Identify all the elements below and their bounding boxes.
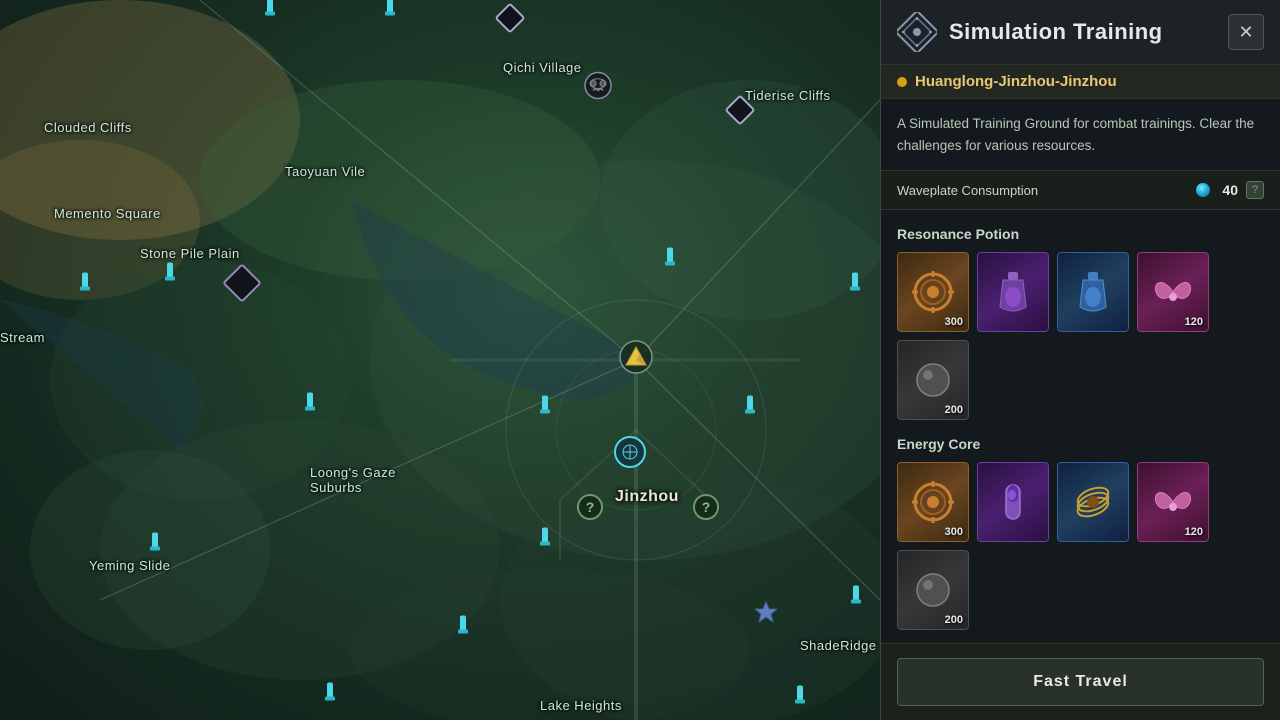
panel-title: Simulation Training (949, 19, 1216, 45)
item-slot[interactable] (977, 252, 1049, 332)
location-dot (897, 77, 907, 87)
pillar-marker-14 (794, 686, 806, 711)
q-marker-1[interactable]: ? (577, 494, 603, 520)
energy-core-title: Energy Core (897, 436, 1264, 452)
location-name: Huanglong-Jinzhou-Jinzhou (915, 73, 1117, 90)
pillar-marker-15 (457, 616, 469, 641)
pillar-marker-9 (744, 396, 756, 421)
waveplate-row: Waveplate Consumption 40 ? (881, 171, 1280, 210)
energy-core-items: 300 (897, 462, 1264, 630)
panel-header: Simulation Training ✕ (881, 0, 1280, 65)
item-count: 200 (945, 614, 963, 626)
item-slot[interactable] (1057, 252, 1129, 332)
close-button[interactable]: ✕ (1228, 14, 1264, 50)
pillar-marker-13 (324, 683, 336, 708)
pillar-marker-5 (79, 273, 91, 298)
resonance-potion-items: 300 (897, 252, 1264, 420)
location-bar: Huanglong-Jinzhou-Jinzhou (881, 65, 1280, 99)
simulation-icon (897, 12, 937, 52)
item-count: 120 (1185, 526, 1203, 538)
item-slot[interactable]: 300 (897, 252, 969, 332)
jinzhou-center-marker[interactable] (614, 436, 646, 468)
item-slot[interactable]: 120 (1137, 252, 1209, 332)
pillar-marker-3 (664, 248, 676, 273)
item-count: 200 (945, 404, 963, 416)
fast-travel-bar: Fast Travel (881, 643, 1280, 720)
waveplate-gem-icon (1196, 183, 1210, 197)
player-marker (618, 339, 654, 375)
item-count: 300 (945, 316, 963, 328)
pillar-marker-12 (850, 586, 862, 611)
fast-travel-button[interactable]: Fast Travel (897, 658, 1264, 706)
waveplate-count: 40 (1222, 182, 1238, 198)
info-panel: Simulation Training ✕ Huanglong-Jinzhou-… (880, 0, 1280, 720)
item-slot[interactable]: 200 (897, 340, 969, 420)
pillar-marker-1 (264, 0, 276, 23)
pillar-marker-7 (304, 393, 316, 418)
pillar-marker-11 (149, 533, 161, 558)
resonance-potion-title: Resonance Potion (897, 226, 1264, 242)
star-waypoint[interactable] (754, 600, 778, 624)
description-area: A Simulated Training Ground for combat t… (881, 99, 1280, 171)
waveplate-help-button[interactable]: ? (1246, 181, 1264, 199)
item-slot[interactable]: 120 (1137, 462, 1209, 542)
item-count: 120 (1185, 316, 1203, 328)
item-slot[interactable] (1057, 462, 1129, 542)
pillar-marker-10 (539, 528, 551, 553)
item-count: 300 (945, 526, 963, 538)
waveplate-label: Waveplate Consumption (897, 183, 1188, 198)
pillar-marker-6 (164, 263, 176, 288)
item-slot[interactable]: 200 (897, 550, 969, 630)
pillar-marker-4 (849, 273, 861, 298)
pillar-marker-8 (539, 396, 551, 421)
map-area[interactable]: Clouded Cliffs Taoyuan Vile Memento Squa… (0, 0, 880, 720)
item-slot[interactable] (977, 462, 1049, 542)
panel-content[interactable]: Resonance Potion (881, 210, 1280, 643)
description-text: A Simulated Training Ground for combat t… (897, 113, 1264, 156)
pillar-marker-2 (384, 0, 396, 23)
item-slot[interactable]: 300 (897, 462, 969, 542)
q-marker-2[interactable]: ? (693, 494, 719, 520)
qichi-village-marker[interactable] (583, 71, 613, 106)
